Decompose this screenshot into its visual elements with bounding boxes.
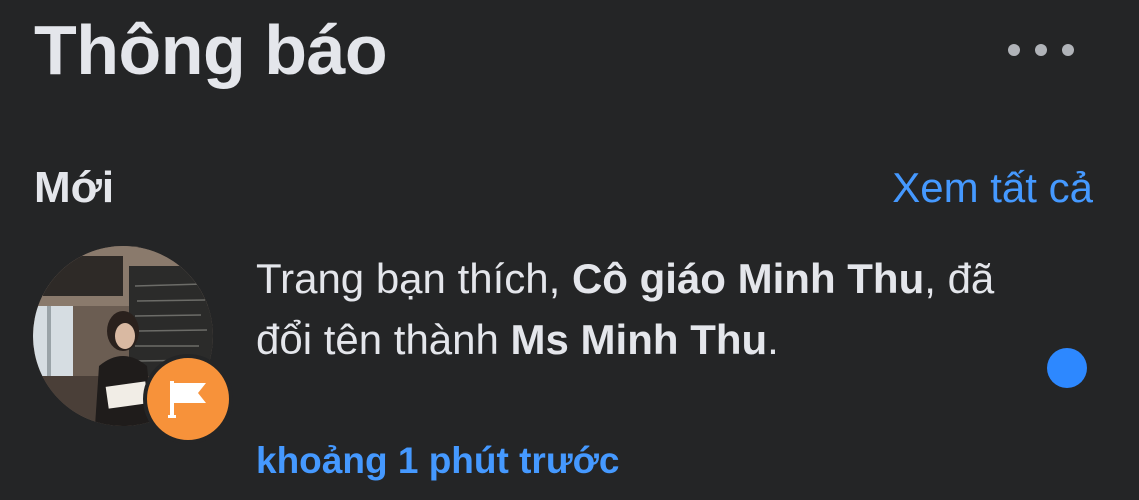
section-new-label: Mới	[34, 163, 115, 212]
notification-text: Trang bạn thích, Cô giáo Minh Thu, đã đổ…	[256, 248, 1016, 370]
notifications-panel: Thông báo Mới Xem tất cả Trang bạn thích…	[0, 0, 1139, 500]
notification-new-page-name: Ms Minh Thu	[510, 316, 768, 363]
notification-item[interactable]: Trang bạn thích, Cô giáo Minh Thu, đã đổ…	[0, 238, 1139, 500]
page-badge	[143, 354, 233, 444]
avatar-container	[33, 246, 233, 444]
unread-indicator	[1047, 348, 1087, 388]
more-options-button[interactable]	[1008, 30, 1074, 70]
notification-timestamp: khoảng 1 phút trước	[256, 440, 620, 481]
notification-text-part: Trang bạn thích,	[256, 255, 572, 302]
notification-text-part: .	[767, 316, 779, 363]
notification-old-page-name: Cô giáo Minh Thu	[571, 255, 925, 302]
more-dot-icon	[1008, 44, 1020, 56]
page-title: Thông báo	[34, 11, 388, 89]
see-all-link[interactable]: Xem tất cả	[892, 160, 1093, 216]
flag-icon	[168, 381, 206, 418]
more-dot-icon	[1035, 44, 1047, 56]
more-dot-icon	[1062, 44, 1074, 56]
